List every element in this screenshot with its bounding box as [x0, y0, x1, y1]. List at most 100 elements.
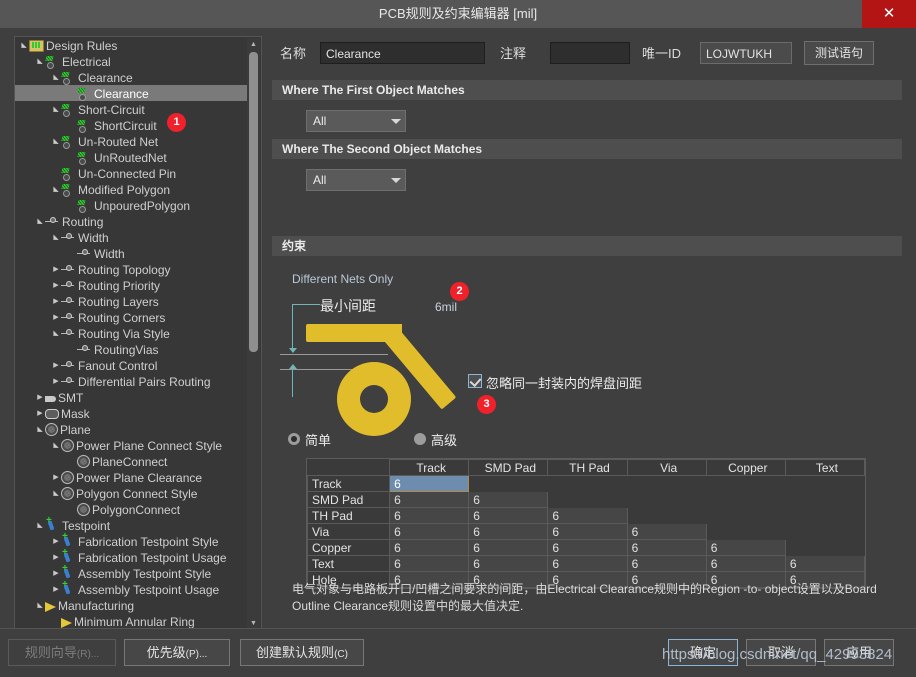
- tree-node-width[interactable]: •Width: [15, 245, 247, 261]
- rule-name-input[interactable]: Clearance: [320, 42, 485, 64]
- chevron-right-icon[interactable]: ▶: [35, 406, 45, 422]
- tree-node-smt[interactable]: ▶SMT: [15, 389, 247, 405]
- chevron-right-icon[interactable]: ▶: [51, 358, 61, 374]
- tree-node-assembly-testpoint-usage[interactable]: ▶Assembly Testpoint Usage: [15, 581, 247, 597]
- matrix-cell[interactable]: 6: [469, 540, 548, 556]
- chevron-right-icon[interactable]: ▶: [51, 262, 61, 278]
- tree-node-short-circuit[interactable]: ◢Short-Circuit: [15, 101, 247, 117]
- tree-scrollbar[interactable]: ▲ ▼: [247, 38, 260, 630]
- matrix-cell[interactable]: 6: [548, 524, 627, 540]
- clearance-matrix[interactable]: TrackSMD PadTH PadViaCopperTextTrack6 SM…: [306, 458, 866, 589]
- tree-node-manufacturing[interactable]: ◢Manufacturing: [15, 597, 247, 613]
- chevron-down-icon[interactable]: ◢: [35, 598, 45, 614]
- chevron-right-icon[interactable]: ▶: [51, 550, 61, 566]
- tree-node-polygon-connect-style[interactable]: ◢Polygon Connect Style: [15, 485, 247, 501]
- matrix-row-header[interactable]: Copper: [308, 540, 390, 556]
- matrix-row-header[interactable]: Track: [308, 476, 390, 492]
- tree-node-routing-corners[interactable]: ▶Routing Corners: [15, 309, 247, 325]
- test-query-button[interactable]: 测试语句: [804, 41, 874, 65]
- matrix-col-header[interactable]: Text: [785, 460, 864, 476]
- matrix-cell[interactable]: 6: [548, 540, 627, 556]
- tree-node-planeconnect[interactable]: •PlaneConnect: [15, 453, 247, 469]
- matrix-col-header[interactable]: SMD Pad: [469, 460, 548, 476]
- matrix-row-header[interactable]: SMD Pad: [308, 492, 390, 508]
- tree-node-fanout-control[interactable]: ▶Fanout Control: [15, 357, 247, 373]
- chevron-down-icon[interactable]: ◢: [51, 70, 61, 86]
- tree-node-power-plane-connect-style[interactable]: ◢Power Plane Connect Style: [15, 437, 247, 453]
- second-object-scope-select[interactable]: All: [306, 169, 406, 191]
- chevron-down-icon[interactable]: ◢: [51, 438, 61, 454]
- tree-node-routing-priority[interactable]: ▶Routing Priority: [15, 277, 247, 293]
- tree-node-unpouredpolygon[interactable]: •UnpouredPolygon: [15, 197, 247, 213]
- tree-node-unroutednet[interactable]: •UnRoutedNet: [15, 149, 247, 165]
- comment-input[interactable]: [550, 42, 630, 64]
- tree-node-un-connected-pin[interactable]: •Un-Connected Pin: [15, 165, 247, 181]
- tree-node-power-plane-clearance[interactable]: ▶Power Plane Clearance: [15, 469, 247, 485]
- tree-node-electrical[interactable]: ◢Electrical: [15, 53, 247, 69]
- matrix-cell[interactable]: 6: [469, 508, 548, 524]
- radio-simple[interactable]: [288, 433, 300, 445]
- first-object-scope-select[interactable]: All: [306, 110, 406, 132]
- chevron-down-icon[interactable]: ◢: [51, 102, 61, 118]
- priority-button[interactable]: 优先级(P)...: [124, 639, 230, 666]
- matrix-cell[interactable]: 6: [390, 476, 469, 492]
- chevron-right-icon[interactable]: ▶: [51, 582, 61, 598]
- matrix-cell[interactable]: 6: [469, 556, 548, 572]
- matrix-cell[interactable]: 6: [390, 556, 469, 572]
- chevron-down-icon[interactable]: ◢: [35, 518, 45, 534]
- matrix-row-header[interactable]: Text: [308, 556, 390, 572]
- tree-node-design-rules[interactable]: ◢Design Rules: [15, 37, 247, 53]
- chevron-down-icon[interactable]: ◢: [51, 326, 61, 342]
- matrix-cell[interactable]: 6: [469, 524, 548, 540]
- tree-node-fabrication-testpoint-usage[interactable]: ▶Fabrication Testpoint Usage: [15, 549, 247, 565]
- matrix-cell[interactable]: 6: [390, 540, 469, 556]
- matrix-cell[interactable]: 6: [390, 508, 469, 524]
- tree-node-modified-polygon[interactable]: ◢Modified Polygon: [15, 181, 247, 197]
- matrix-cell[interactable]: 6: [785, 556, 864, 572]
- tree-node-routing-layers[interactable]: ▶Routing Layers: [15, 293, 247, 309]
- matrix-cell[interactable]: 6: [548, 508, 627, 524]
- matrix-row-header[interactable]: TH Pad: [308, 508, 390, 524]
- chevron-right-icon[interactable]: ▶: [51, 566, 61, 582]
- unique-id-input[interactable]: LOJWTUKH: [700, 42, 792, 64]
- matrix-cell[interactable]: 6: [706, 556, 785, 572]
- min-clearance-value[interactable]: 6mil: [435, 300, 457, 314]
- matrix-cell[interactable]: 6: [390, 524, 469, 540]
- chevron-down-icon[interactable]: ◢: [19, 38, 29, 54]
- matrix-cell[interactable]: 6: [548, 556, 627, 572]
- matrix-cell[interactable]: 6: [706, 540, 785, 556]
- tree-node-minimum-annular-ring[interactable]: •Minimum Annular Ring: [15, 613, 247, 629]
- tree-node-assembly-testpoint-style[interactable]: ▶Assembly Testpoint Style: [15, 565, 247, 581]
- tree-node-routing-topology[interactable]: ▶Routing Topology: [15, 261, 247, 277]
- tree-node-clearance[interactable]: •Clearance: [15, 85, 247, 101]
- chevron-right-icon[interactable]: ▶: [35, 390, 45, 406]
- ignore-same-footprint-checkbox[interactable]: [468, 374, 482, 388]
- chevron-down-icon[interactable]: ◢: [35, 422, 45, 438]
- tree-node-routingvias[interactable]: •RoutingVias: [15, 341, 247, 357]
- tree-node-plane[interactable]: ◢Plane: [15, 421, 247, 437]
- chevron-right-icon[interactable]: ▶: [51, 294, 61, 310]
- matrix-cell[interactable]: 6: [627, 540, 706, 556]
- chevron-right-icon[interactable]: ▶: [51, 534, 61, 550]
- matrix-col-header[interactable]: TH Pad: [548, 460, 627, 476]
- matrix-col-header[interactable]: Track: [390, 460, 469, 476]
- chevron-down-icon[interactable]: ◢: [35, 214, 45, 230]
- design-rules-tree[interactable]: ◢Design Rules◢Electrical◢Clearance•Clear…: [14, 36, 262, 632]
- tree-node-width[interactable]: ◢Width: [15, 229, 247, 245]
- matrix-row-header[interactable]: Via: [308, 524, 390, 540]
- matrix-col-header[interactable]: Copper: [706, 460, 785, 476]
- matrix-cell[interactable]: 6: [390, 492, 469, 508]
- radio-advanced[interactable]: [414, 433, 426, 445]
- chevron-down-icon[interactable]: ◢: [51, 134, 61, 150]
- chevron-down-icon[interactable]: ◢: [35, 54, 45, 70]
- chevron-down-icon[interactable]: ◢: [51, 182, 61, 198]
- chevron-down-icon[interactable]: ◢: [51, 230, 61, 246]
- tree-node-shortcircuit[interactable]: •ShortCircuit: [15, 117, 247, 133]
- tree-node-testpoint[interactable]: ◢Testpoint: [15, 517, 247, 533]
- chevron-right-icon[interactable]: ▶: [51, 278, 61, 294]
- chevron-right-icon[interactable]: ▶: [51, 470, 61, 486]
- tree-node-routing[interactable]: ◢Routing: [15, 213, 247, 229]
- close-icon[interactable]: ✕: [862, 0, 916, 28]
- chevron-down-icon[interactable]: ◢: [51, 486, 61, 502]
- chevron-right-icon[interactable]: ▶: [51, 374, 61, 390]
